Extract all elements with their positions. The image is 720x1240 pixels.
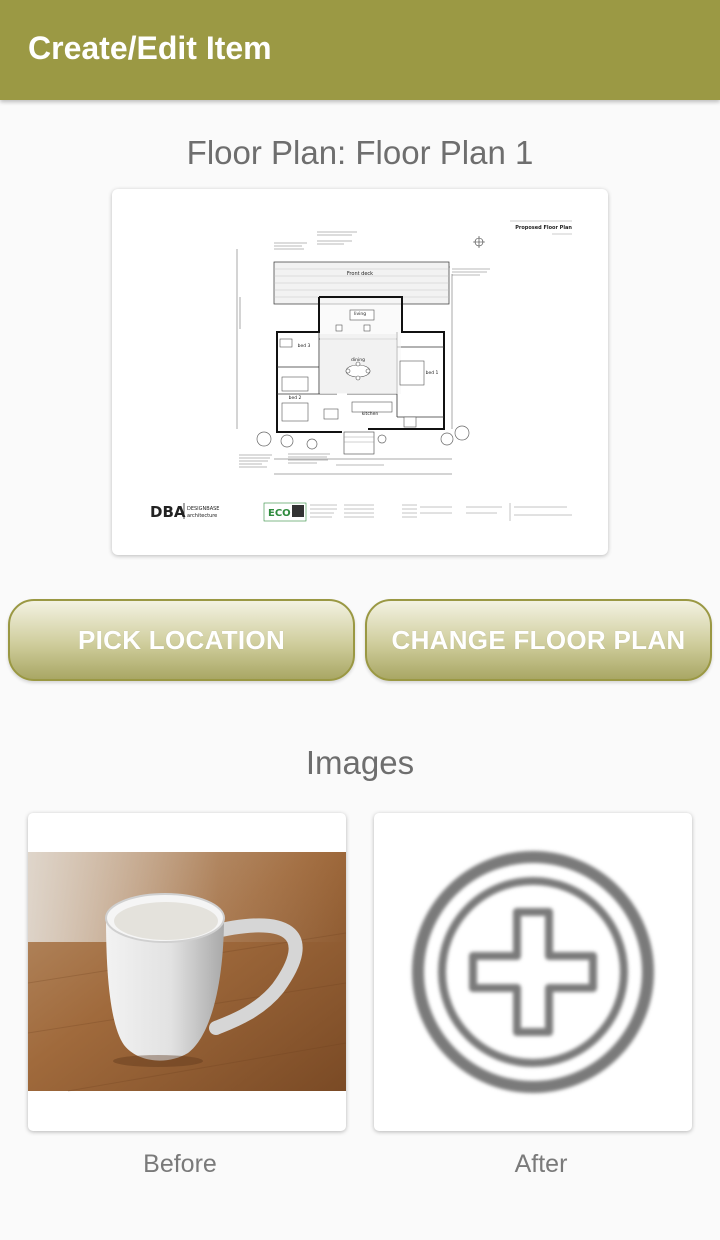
before-image-card[interactable] [28, 813, 346, 1131]
room-label-dining: dining [351, 357, 365, 363]
room-label-living: living [354, 311, 366, 317]
dba-logo-sub1: DESIGNBASE [187, 506, 219, 512]
floor-plan-heading: Floor Plan: Floor Plan 1 [186, 134, 534, 171]
app-bar: Create/Edit Item [0, 0, 720, 100]
room-label-front-deck: Front deck [347, 271, 373, 277]
change-floor-plan-button[interactable]: CHANGE FLOOR PLAN [365, 599, 712, 681]
room-label-bed-3: bed 3 [298, 343, 311, 349]
floor-plan-drawing: Proposed Floor Plan Front deck living be… [150, 220, 572, 522]
dba-logo-sub2: architecture [187, 513, 217, 519]
room-label-kitchen: kitchen [362, 411, 379, 417]
after-image-card[interactable] [374, 813, 692, 1131]
drawing-title: Proposed Floor Plan [515, 225, 572, 231]
before-caption: Before [143, 1150, 217, 1178]
app-bar-title: Create/Edit Item [28, 30, 272, 66]
room-label-bed-2: bed 2 [289, 395, 302, 401]
pick-location-button[interactable]: PICK LOCATION [8, 599, 355, 681]
after-caption: After [514, 1150, 568, 1178]
floor-plan-card[interactable]: Proposed Floor Plan Front deck living be… [112, 189, 608, 555]
eco-logo-text: ECO [268, 508, 291, 519]
room-label-bed-1: bed 1 [426, 370, 439, 376]
add-circle-icon [412, 851, 654, 1093]
dba-logo-text: DBA [150, 503, 186, 521]
images-heading: Images [305, 744, 415, 781]
before-photo [28, 852, 346, 1092]
